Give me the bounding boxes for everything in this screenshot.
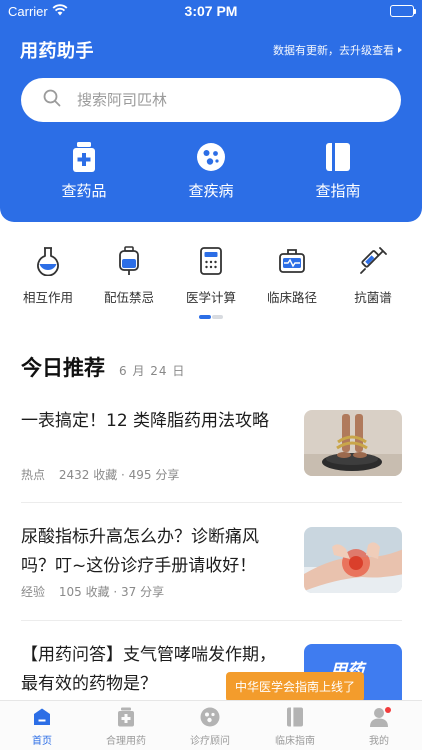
tab-clinical-guide[interactable]: 临床指南 bbox=[253, 707, 337, 747]
shortcut-label: 临床路径 bbox=[266, 290, 317, 305]
section-header: 今日推荐 6 月 24 日 bbox=[21, 352, 185, 382]
section-title: 今日推荐 bbox=[21, 356, 105, 380]
shortcut-label: 相互作用 bbox=[22, 290, 73, 305]
section-date: 6 月 24 日 bbox=[119, 364, 186, 378]
notification-toast[interactable]: 中华医学会指南上线了 bbox=[226, 672, 365, 707]
shortcut-label: 医学计算 bbox=[185, 290, 236, 305]
shortcut-label: 抗菌谱 bbox=[354, 290, 392, 305]
virus-icon bbox=[156, 142, 266, 172]
calculator-icon bbox=[169, 246, 253, 276]
divider bbox=[21, 620, 402, 621]
article-title: 一表搞定！12 类降脂药用法攻略 bbox=[21, 411, 270, 431]
article-meta: 热点 2432 收藏 · 495 分享 bbox=[21, 466, 179, 483]
app-title: 用药助手 bbox=[20, 41, 94, 62]
tab-label: 我的 bbox=[369, 736, 389, 747]
tool-label: 查指南 bbox=[315, 182, 361, 200]
search-input[interactable] bbox=[77, 91, 357, 109]
shortcut-incompatibility[interactable]: 配伍禁忌 bbox=[87, 246, 171, 306]
article-stats: 105 收藏 · 37 分享 bbox=[58, 585, 165, 599]
tab-label: 首页 bbox=[32, 736, 52, 747]
medicine-icon bbox=[84, 707, 168, 727]
iv-bag-icon bbox=[87, 246, 171, 276]
tool-label: 查疾病 bbox=[188, 182, 234, 200]
shortcut-antibacterial[interactable]: 抗菌谱 bbox=[331, 246, 415, 306]
article-stats: 2432 收藏 · 495 分享 bbox=[58, 468, 180, 482]
shortcut-interaction[interactable]: 相互作用 bbox=[6, 246, 90, 306]
status-time: 3:07 PM bbox=[184, 3, 238, 19]
home-icon bbox=[0, 707, 84, 727]
tool-search-disease[interactable]: 查疾病 bbox=[156, 142, 266, 201]
page-indicator bbox=[199, 315, 223, 319]
tab-profile[interactable]: 我的 bbox=[337, 707, 421, 747]
main-tools: 查药品 查疾病 查指南 bbox=[0, 142, 422, 204]
tool-search-drug[interactable]: 查药品 bbox=[29, 142, 139, 201]
tool-search-guide[interactable]: 查指南 bbox=[283, 142, 393, 201]
battery-icon bbox=[390, 5, 416, 17]
guide-icon bbox=[253, 707, 337, 727]
flask-icon bbox=[6, 246, 90, 276]
search-icon bbox=[43, 89, 61, 111]
shortcut-calculator[interactable]: 医学计算 bbox=[169, 246, 253, 306]
notification-badge bbox=[385, 707, 391, 713]
article-tag: 热点 bbox=[21, 468, 46, 482]
medicine-bottle-icon bbox=[29, 142, 139, 172]
tab-label: 诊疗顾问 bbox=[190, 736, 230, 747]
article-thumbnail bbox=[304, 527, 402, 593]
tab-rational-medication[interactable]: 合理用药 bbox=[84, 707, 168, 747]
divider bbox=[21, 502, 402, 503]
update-notice-link[interactable]: 数据有更新，去升级查看 bbox=[273, 42, 402, 58]
article-thumbnail bbox=[304, 410, 402, 476]
article-card[interactable]: 一表搞定！12 类降脂药用法攻略 热点 2432 收藏 · 495 分享 bbox=[21, 406, 402, 490]
tab-label: 临床指南 bbox=[275, 736, 315, 747]
tool-label: 查药品 bbox=[61, 182, 107, 200]
article-meta: 经验 105 收藏 · 37 分享 bbox=[21, 583, 164, 600]
consult-icon bbox=[168, 707, 252, 727]
article-tag: 经验 bbox=[21, 585, 46, 599]
guide-book-icon bbox=[283, 142, 393, 172]
profile-icon bbox=[337, 707, 421, 727]
page-dot-active bbox=[199, 315, 211, 319]
syringe-icon bbox=[331, 246, 415, 276]
page-dot bbox=[212, 315, 223, 319]
search-bar[interactable] bbox=[21, 78, 401, 122]
update-notice-text: 数据有更新，去升级查看 bbox=[273, 44, 394, 57]
tab-consultant[interactable]: 诊疗顾问 bbox=[168, 707, 252, 747]
shortcut-label: 配伍禁忌 bbox=[103, 290, 154, 305]
article-title: 尿酸指标升高怎么办？诊断痛风吗？叮~这份诊疗手册请收好！ bbox=[21, 527, 259, 576]
status-bar: Carrier 3:07 PM bbox=[0, 0, 422, 24]
tab-home[interactable]: 首页 bbox=[0, 707, 84, 747]
tab-bar: 首页 合理用药 诊疗顾问 临床指南 我的 bbox=[0, 700, 422, 750]
chevron-right-icon bbox=[398, 47, 402, 53]
article-card[interactable]: 尿酸指标升高怎么办？诊断痛风吗？叮~这份诊疗手册请收好！ 经验 105 收藏 ·… bbox=[21, 523, 402, 603]
shortcut-grid: 相互作用 配伍禁忌 医学计算 临床路径 抗菌谱 bbox=[0, 246, 422, 306]
header-panel: Carrier 3:07 PM 用药助手 数据有更新，去升级查看 查药品 查疾病 bbox=[0, 0, 422, 222]
shortcut-clinical-path[interactable]: 临床路径 bbox=[250, 246, 334, 306]
medical-kit-icon bbox=[250, 246, 334, 276]
tab-label: 合理用药 bbox=[106, 736, 146, 747]
